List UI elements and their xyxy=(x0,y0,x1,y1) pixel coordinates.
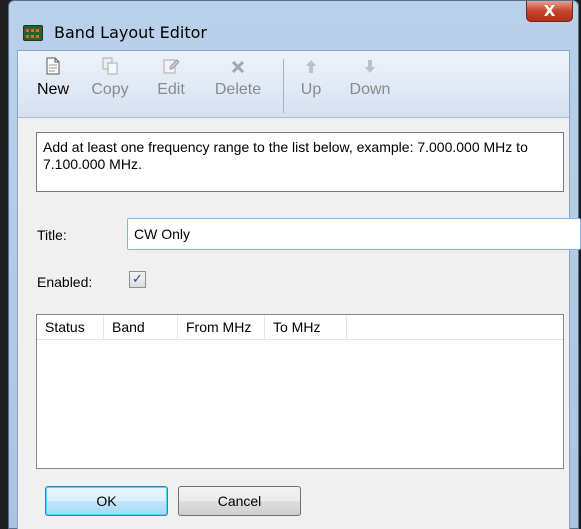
column-header-band[interactable]: Band xyxy=(104,315,178,340)
delete-button[interactable]: Delete xyxy=(207,57,269,99)
enabled-checkbox[interactable]: ✓ xyxy=(129,271,146,288)
toolbar-separator xyxy=(283,59,284,113)
ok-button[interactable]: OK xyxy=(45,486,168,516)
app-icon xyxy=(23,25,43,41)
window-title: Band Layout Editor xyxy=(54,23,207,42)
band-layout-editor-window: Band Layout Editor X New Copy Edit Delet… xyxy=(8,0,581,529)
down-button-label: Down xyxy=(349,81,391,98)
up-button-label: Up xyxy=(300,81,322,98)
edit-button-label: Edit xyxy=(157,81,185,98)
close-button[interactable]: X xyxy=(526,1,573,22)
down-button[interactable]: Down xyxy=(343,57,397,99)
title-bar[interactable]: Band Layout Editor X xyxy=(9,1,578,42)
info-message: Add at least one frequency range to the … xyxy=(36,132,564,192)
checkmark-icon: ✓ xyxy=(132,271,143,286)
up-button[interactable]: Up xyxy=(296,57,326,99)
arrow-up-icon xyxy=(296,57,326,79)
enabled-label: Enabled: xyxy=(37,274,93,290)
list-header: Status Band From MHz To MHz xyxy=(37,315,563,340)
cancel-button[interactable]: Cancel xyxy=(178,486,301,516)
column-header-from-mhz[interactable]: From MHz xyxy=(178,315,265,340)
new-document-icon xyxy=(35,57,71,79)
copy-button[interactable]: Copy xyxy=(87,57,133,99)
title-input[interactable] xyxy=(127,218,581,250)
toolbar: New Copy Edit Delete Up Down xyxy=(18,51,569,118)
arrow-down-icon xyxy=(343,57,397,79)
new-button-label: New xyxy=(36,81,69,98)
title-label: Title: xyxy=(37,227,67,243)
new-button[interactable]: New xyxy=(35,57,71,99)
delete-button-label: Delete xyxy=(214,81,262,98)
copy-button-label: Copy xyxy=(91,81,129,98)
edit-button[interactable]: Edit xyxy=(151,57,191,99)
delete-icon xyxy=(207,57,269,79)
copy-icon xyxy=(87,57,133,79)
close-icon: X xyxy=(543,2,556,20)
edit-icon xyxy=(151,57,191,79)
dialog-client-area: New Copy Edit Delete Up Down Add at leas… xyxy=(17,50,581,529)
column-header-to-mhz[interactable]: To MHz xyxy=(265,315,347,340)
frequency-range-list[interactable]: Status Band From MHz To MHz xyxy=(36,314,564,469)
column-header-status[interactable]: Status xyxy=(37,315,104,340)
